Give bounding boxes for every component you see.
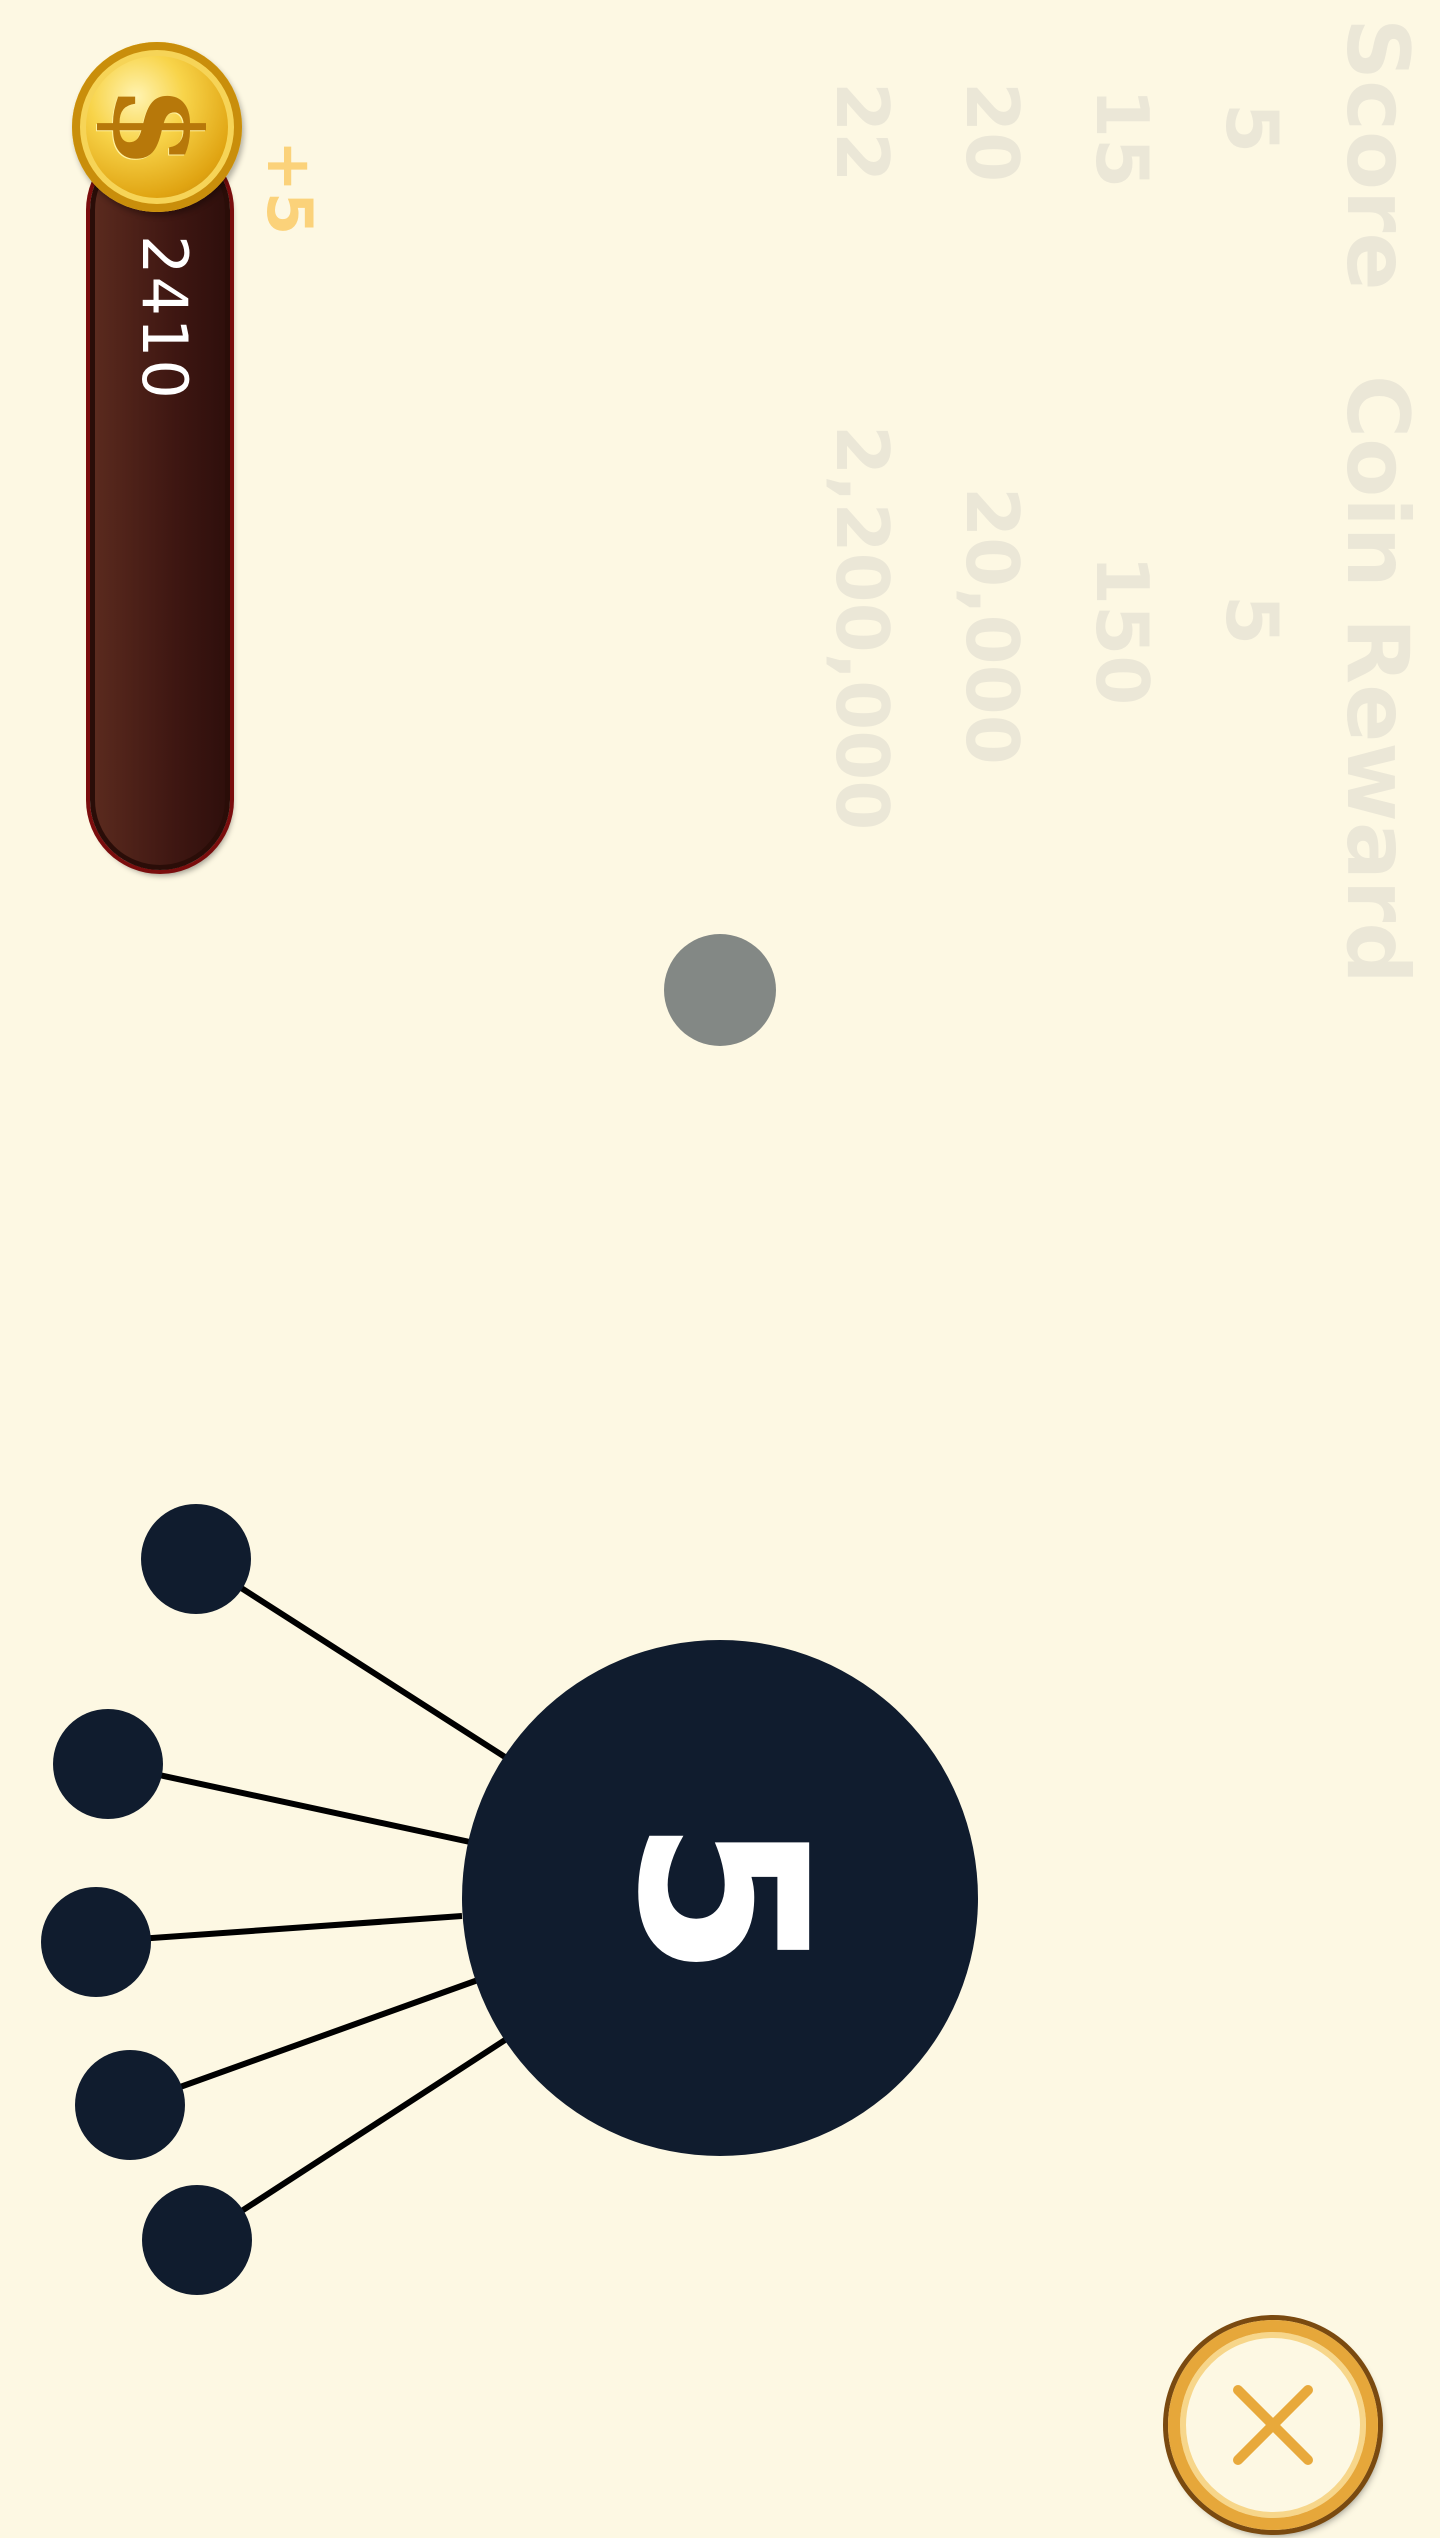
- pin: [141, 1504, 251, 1614]
- pin-line: [128, 1977, 480, 2108]
- coin-symbol: $: [86, 85, 228, 169]
- dollar-coin-icon: $: [72, 42, 242, 212]
- coin-gain-label: +5: [253, 140, 326, 236]
- close-icon: [1233, 2385, 1313, 2465]
- pin: [41, 1887, 151, 1997]
- pin: [142, 2185, 252, 2295]
- pin-line: [194, 1556, 507, 1760]
- pin-line: [107, 1761, 471, 1845]
- pin: [75, 2050, 185, 2160]
- coin-count: 2410: [128, 235, 201, 401]
- pin-line: [195, 2037, 507, 2243]
- close-button[interactable]: [1168, 2320, 1378, 2530]
- projectile-dot: [664, 934, 776, 1046]
- pin-line: [95, 1913, 463, 1945]
- pins: [41, 1504, 252, 2295]
- level-number: 5: [587, 1818, 854, 1978]
- pin: [53, 1709, 163, 1819]
